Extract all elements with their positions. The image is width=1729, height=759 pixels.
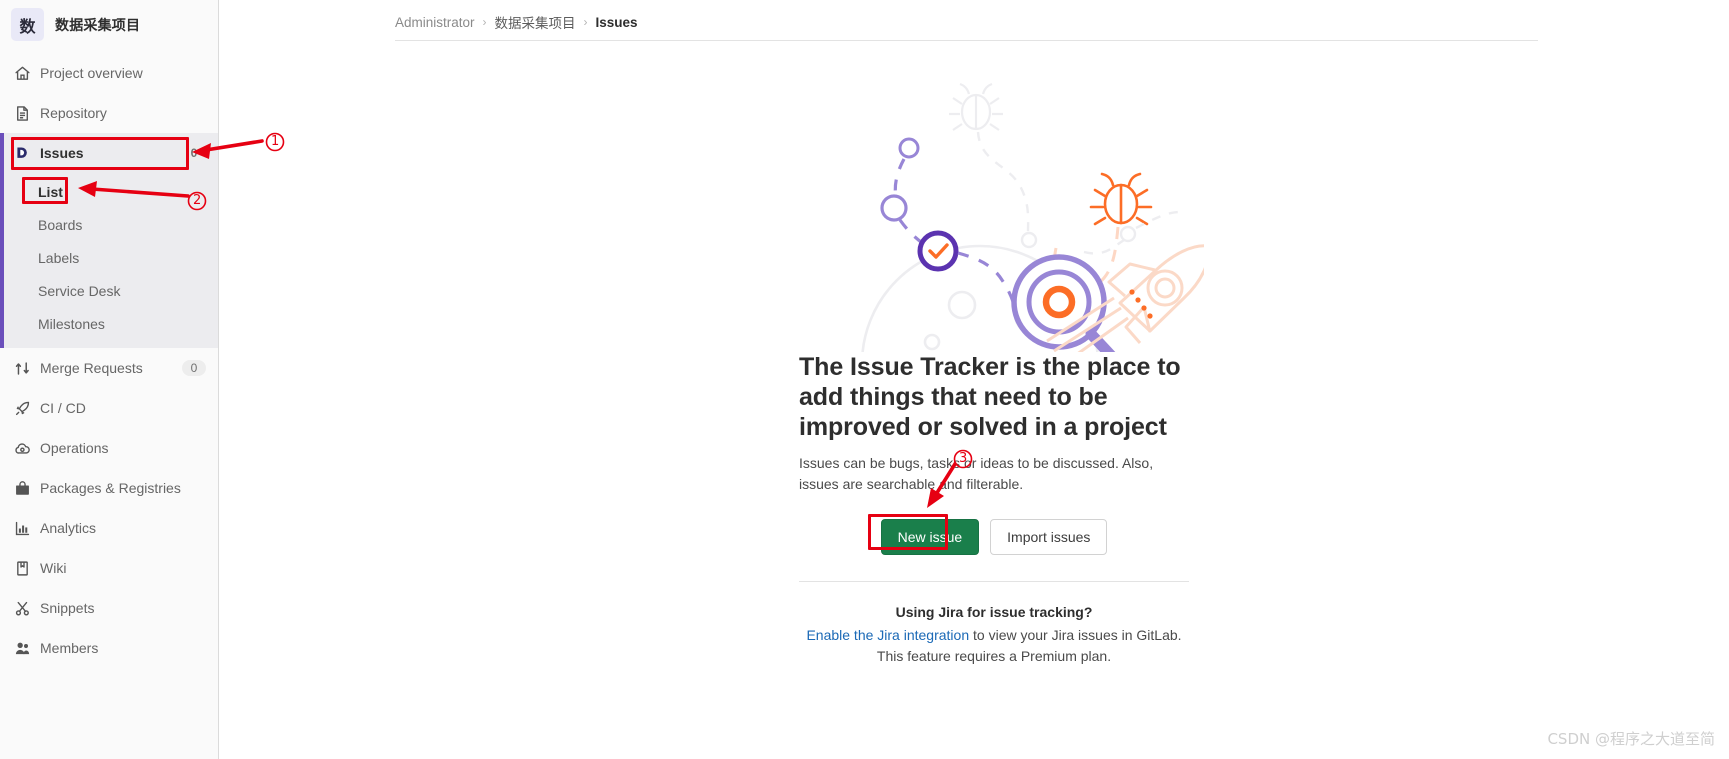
sidebar-item-operations[interactable]: Operations xyxy=(0,428,218,468)
issues-empty-illustration xyxy=(784,52,1211,484)
scissors-icon xyxy=(13,599,31,617)
breadcrumb-current: Issues xyxy=(595,14,638,30)
path-node-grey xyxy=(1020,231,1038,249)
cloud-gear-icon xyxy=(13,439,31,457)
sidebar-item-label: Snippets xyxy=(40,600,95,616)
jira-integration-link[interactable]: Enable the Jira integration xyxy=(806,627,969,643)
issues-subnav: List Boards Labels Service Desk Mileston… xyxy=(0,173,218,348)
jira-heading: Using Jira for issue tracking? xyxy=(895,604,1093,620)
sidebar-item-label: Members xyxy=(40,640,99,656)
home-icon xyxy=(13,64,31,82)
sidebar-subitem-label: List xyxy=(38,183,63,200)
chart-icon xyxy=(13,519,31,537)
sidebar-item-wiki[interactable]: Wiki xyxy=(0,548,218,588)
project-sidebar: 数 数据采集项目 Project overview Repository Iss… xyxy=(0,0,219,759)
bug-icon-orange xyxy=(1089,172,1153,226)
empty-state-actions: New issue Import issues xyxy=(799,519,1189,555)
sidebar-item-repository[interactable]: Repository xyxy=(0,93,218,133)
sidebar-item-merge-requests[interactable]: Merge Requests 0 xyxy=(0,348,218,388)
sidebar-item-label: Issues xyxy=(40,145,84,161)
sidebar-item-project-overview[interactable]: Project overview xyxy=(0,53,218,93)
jira-line-1-rest: to view your Jira issues in GitLab. xyxy=(969,627,1182,643)
merge-requests-count-badge: 0 xyxy=(182,360,206,376)
breadcrumb-divider xyxy=(395,40,1538,41)
sidebar-item-label: Analytics xyxy=(40,520,97,536)
breadcrumb-separator-icon: › xyxy=(482,15,487,29)
breadcrumb-project[interactable]: 数据采集项目 xyxy=(495,12,576,32)
check-circle-icon xyxy=(917,230,959,272)
sidebar-subitem-label: Labels xyxy=(38,249,80,266)
main-content: Administrator › 数据采集项目 › Issues The Issu… xyxy=(219,0,1729,759)
users-icon xyxy=(13,639,31,657)
empty-state-description: Issues can be bugs, tasks or ideas to be… xyxy=(799,455,1154,492)
csdn-watermark: CSDN @程序之大道至简 xyxy=(1547,730,1715,748)
dashed-path-purple-1 xyxy=(893,158,906,199)
sidebar-subitem-labels[interactable]: Labels xyxy=(0,241,218,274)
sidebar-item-packages-registries[interactable]: Packages & Registries xyxy=(0,468,218,508)
path-node-grey-2 xyxy=(1119,225,1137,243)
breadcrumb: Administrator › 数据采集项目 › Issues xyxy=(219,0,1729,33)
path-node-purple-2 xyxy=(880,194,908,222)
sidebar-nav: Project overview Repository Issues 0 Lis… xyxy=(0,53,218,668)
project-brand[interactable]: 数 数据采集项目 xyxy=(0,0,218,49)
sidebar-subitem-service-desk[interactable]: Service Desk xyxy=(0,274,218,307)
sidebar-item-members[interactable]: Members xyxy=(0,628,218,668)
gitlab-issues-empty-page: 数 数据采集项目 Project overview Repository Iss… xyxy=(0,0,1729,759)
sidebar-item-label: Packages & Registries xyxy=(40,480,181,496)
breadcrumb-user[interactable]: Administrator xyxy=(395,15,475,30)
dashed-path-purple-3 xyxy=(957,251,1018,315)
project-name: 数据采集项目 xyxy=(55,17,141,34)
dashed-path-grey-2 xyxy=(1083,239,1125,255)
issues-count-badge: 0 xyxy=(182,145,206,161)
sidebar-subitem-label: Boards xyxy=(38,216,83,233)
package-icon xyxy=(13,479,31,497)
jira-line-1: Enable the Jira integration to view your… xyxy=(799,625,1189,646)
import-issues-button[interactable]: Import issues xyxy=(990,519,1108,555)
sidebar-item-analytics[interactable]: Analytics xyxy=(0,508,218,548)
dashed-path-grey xyxy=(976,131,1030,233)
sidebar-item-label: CI / CD xyxy=(40,400,86,416)
sidebar-item-label: Project overview xyxy=(40,65,143,81)
jira-integration-block: Using Jira for issue tracking? Enable th… xyxy=(799,581,1189,667)
book-icon xyxy=(13,559,31,577)
bug-icon-faint xyxy=(949,82,1003,131)
path-node-purple-1 xyxy=(898,137,920,159)
sidebar-item-label: Operations xyxy=(40,440,109,456)
sidebar-item-label: Merge Requests xyxy=(40,360,143,376)
issues-icon xyxy=(13,144,31,162)
breadcrumb-separator-icon: › xyxy=(583,15,588,29)
sidebar-subitem-milestones[interactable]: Milestones xyxy=(0,307,218,340)
sidebar-subitem-list[interactable]: List xyxy=(0,175,218,208)
sidebar-subitem-label: Milestones xyxy=(38,315,105,332)
sidebar-item-ci-cd[interactable]: CI / CD xyxy=(0,388,218,428)
issues-empty-state: The Issue Tracker is the place to add th… xyxy=(219,52,1729,667)
merge-request-icon xyxy=(13,359,31,377)
rocket-icon xyxy=(13,399,31,417)
page-title: The Issue Tracker is the place to add th… xyxy=(799,353,1181,441)
new-issue-button[interactable]: New issue xyxy=(880,519,980,555)
empty-state-text: The Issue Tracker is the place to add th… xyxy=(799,352,1189,519)
document-icon xyxy=(13,104,31,122)
sidebar-subitem-boards[interactable]: Boards xyxy=(0,208,218,241)
sidebar-item-snippets[interactable]: Snippets xyxy=(0,588,218,628)
jira-line-2: This feature requires a Premium plan. xyxy=(876,648,1112,664)
sidebar-subitem-label: Service Desk xyxy=(38,282,121,299)
sidebar-item-issues[interactable]: Issues 0 xyxy=(0,133,218,173)
sidebar-item-label: Repository xyxy=(40,105,107,121)
sidebar-item-label: Wiki xyxy=(40,560,67,576)
project-avatar: 数 xyxy=(11,8,44,41)
